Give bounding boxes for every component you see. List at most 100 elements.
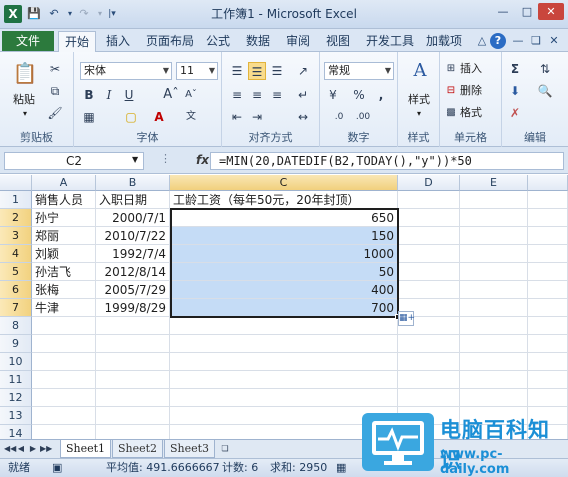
- doc-restore-icon[interactable]: ❏: [528, 33, 544, 49]
- empty-cell[interactable]: [96, 317, 170, 335]
- cell-c1[interactable]: 工龄工资（每年50元，20年封顶）: [170, 191, 398, 209]
- name-box[interactable]: C2: [4, 152, 144, 170]
- empty-cell[interactable]: [528, 209, 568, 227]
- empty-cell[interactable]: [528, 245, 568, 263]
- increase-font-icon[interactable]: Aˆ: [162, 86, 180, 104]
- row-header[interactable]: 9: [0, 335, 32, 353]
- tab-review[interactable]: 审阅: [278, 31, 318, 51]
- row-header[interactable]: 4: [0, 245, 32, 263]
- empty-cell[interactable]: [398, 209, 460, 227]
- empty-cell[interactable]: [528, 353, 568, 371]
- cell-a2[interactable]: 孙宁: [32, 209, 96, 227]
- new-sheet-icon[interactable]: ❏: [218, 442, 232, 456]
- empty-cell[interactable]: [96, 425, 170, 439]
- cell-c6[interactable]: 400: [170, 281, 398, 299]
- empty-cell[interactable]: [398, 389, 460, 407]
- cell-b1[interactable]: 入职日期: [96, 191, 170, 209]
- border-icon[interactable]: ▦: [80, 108, 98, 126]
- empty-cell[interactable]: [528, 191, 568, 209]
- sheet-tab-3[interactable]: Sheet3: [164, 440, 216, 458]
- empty-cell[interactable]: [528, 263, 568, 281]
- empty-cell[interactable]: [528, 371, 568, 389]
- empty-cell[interactable]: [398, 335, 460, 353]
- close-icon[interactable]: ✕: [538, 3, 564, 20]
- select-all-corner[interactable]: [0, 175, 32, 191]
- empty-cell[interactable]: [170, 353, 398, 371]
- formula-input[interactable]: =MIN(20,DATEDIF(B2,TODAY(),"y"))*50: [210, 152, 564, 170]
- empty-cell[interactable]: [170, 371, 398, 389]
- row-header[interactable]: 13: [0, 407, 32, 425]
- file-tab[interactable]: 文件: [2, 31, 54, 51]
- empty-cell[interactable]: [460, 317, 528, 335]
- empty-cell[interactable]: [460, 227, 528, 245]
- empty-cell[interactable]: [460, 263, 528, 281]
- cell-a4[interactable]: 刘颖: [32, 245, 96, 263]
- empty-cell[interactable]: [96, 407, 170, 425]
- row-header[interactable]: 8: [0, 317, 32, 335]
- currency-icon[interactable]: ¥: [324, 86, 342, 104]
- phonetic-icon[interactable]: 文: [182, 108, 200, 126]
- percent-button[interactable]: %: [350, 86, 368, 104]
- worksheet-grid[interactable]: A B C D E 1 2 3 4 5 6 7 8 9 10 11 12 13 …: [0, 175, 568, 439]
- cell-a1[interactable]: 销售人员: [32, 191, 96, 209]
- format-cells-button[interactable]: 格式: [460, 105, 498, 121]
- cell-b3[interactable]: 2010/7/22: [96, 227, 170, 245]
- ribbon-collapse-icon[interactable]: △: [474, 33, 490, 49]
- empty-cell[interactable]: [32, 407, 96, 425]
- empty-cell[interactable]: [398, 191, 460, 209]
- empty-cell[interactable]: [460, 371, 528, 389]
- align-right-icon[interactable]: ≡: [268, 86, 286, 104]
- empty-cell[interactable]: [96, 389, 170, 407]
- find-select-icon[interactable]: 🔍: [536, 82, 554, 100]
- cell-a3[interactable]: 郑丽: [32, 227, 96, 245]
- empty-cell[interactable]: [460, 209, 528, 227]
- tab-insert[interactable]: 插入: [98, 31, 138, 51]
- cell-b4[interactable]: 1992/7/4: [96, 245, 170, 263]
- sort-filter-icon[interactable]: ⇅: [536, 60, 554, 78]
- row-header[interactable]: 11: [0, 371, 32, 389]
- underline-button[interactable]: U: [120, 86, 138, 104]
- cell-b6[interactable]: 2005/7/29: [96, 281, 170, 299]
- empty-cell[interactable]: [528, 335, 568, 353]
- tab-data[interactable]: 数据: [238, 31, 278, 51]
- cut-icon[interactable]: ✂: [46, 60, 64, 78]
- merge-center-icon[interactable]: ↔: [294, 108, 312, 126]
- empty-cell[interactable]: [170, 317, 398, 335]
- row-header[interactable]: 10: [0, 353, 32, 371]
- format-painter-icon[interactable]: 🖌: [46, 104, 64, 122]
- empty-cell[interactable]: [460, 299, 528, 317]
- name-box-dropdown-icon[interactable]: ▼: [132, 155, 138, 164]
- cell-b2[interactable]: 2000/7/1: [96, 209, 170, 227]
- align-center-icon[interactable]: ≡: [248, 86, 266, 104]
- cell-c3[interactable]: 150: [170, 227, 398, 245]
- empty-cell[interactable]: [398, 245, 460, 263]
- next-sheet-icon[interactable]: ▶: [28, 442, 38, 456]
- empty-cell[interactable]: [96, 371, 170, 389]
- row-header[interactable]: 7: [0, 299, 32, 317]
- empty-cell[interactable]: [460, 389, 528, 407]
- quick-analysis-icon[interactable]: ▦+: [398, 311, 415, 326]
- wrap-text-icon[interactable]: ↵: [294, 86, 312, 104]
- empty-cell[interactable]: [398, 281, 460, 299]
- empty-cell[interactable]: [460, 335, 528, 353]
- row-header[interactable]: 12: [0, 389, 32, 407]
- tab-developer[interactable]: 开发工具: [358, 31, 422, 51]
- column-header-b[interactable]: B: [96, 175, 170, 191]
- cell-c4[interactable]: 1000: [170, 245, 398, 263]
- comma-button[interactable]: ,: [372, 86, 390, 104]
- decrease-indent-icon[interactable]: ⇤: [228, 108, 246, 126]
- tab-page-layout[interactable]: 页面布局: [138, 31, 202, 51]
- tab-addins[interactable]: 加载项: [418, 31, 470, 51]
- paste-dropdown-icon[interactable]: ▾: [18, 106, 32, 122]
- font-name-select[interactable]: 宋体 ▼: [80, 62, 172, 80]
- tab-home[interactable]: 开始: [58, 31, 96, 52]
- empty-cell[interactable]: [460, 353, 528, 371]
- autosum-icon[interactable]: Σ: [506, 60, 524, 78]
- empty-cell[interactable]: [398, 371, 460, 389]
- orientation-icon[interactable]: ↗: [294, 62, 312, 80]
- empty-cell[interactable]: [32, 425, 96, 439]
- empty-cell[interactable]: [460, 191, 528, 209]
- normal-view-icon[interactable]: ▦: [336, 459, 346, 477]
- align-bottom-icon[interactable]: ☰: [268, 62, 286, 80]
- doc-close-icon[interactable]: ✕: [546, 33, 562, 49]
